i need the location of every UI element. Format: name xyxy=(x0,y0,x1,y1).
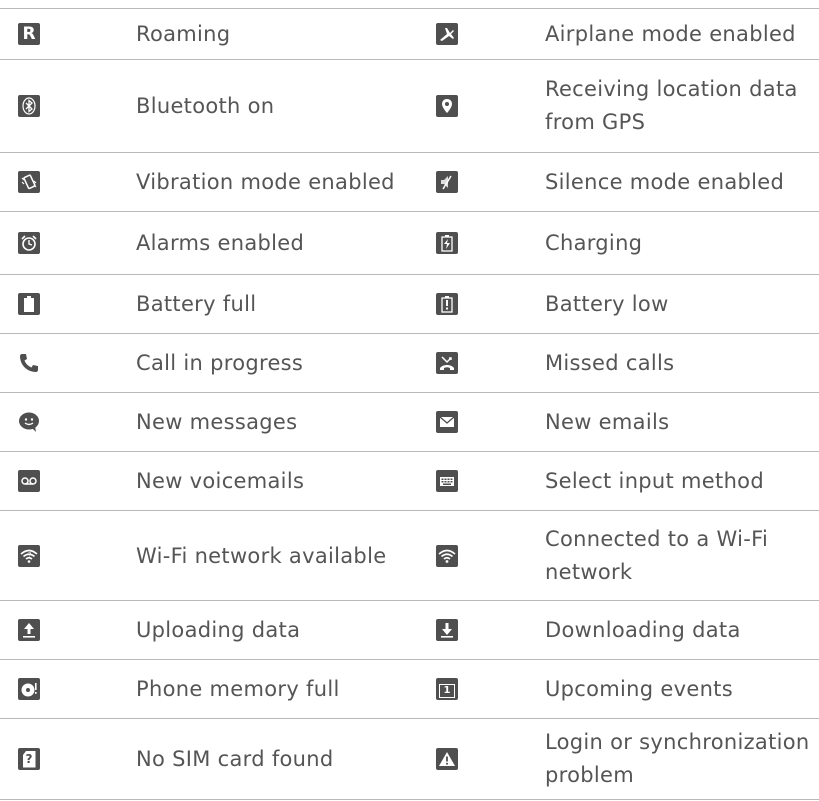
bluetooth-icon xyxy=(18,95,40,117)
table-cell-label: Phone memory full xyxy=(136,677,340,701)
silence-icon xyxy=(436,171,458,193)
airplane-icon xyxy=(436,23,458,45)
table-cell-label: Upcoming events xyxy=(545,677,733,701)
table-row: Call in progress Missed calls xyxy=(0,333,819,392)
table-cell-label: Downloading data xyxy=(545,618,741,642)
charging-icon xyxy=(436,232,458,254)
table-cell-label: Connected to a Wi-Fi network xyxy=(545,523,768,589)
battery-full-icon xyxy=(18,293,40,315)
table-row: Alarms enabled Charging xyxy=(0,211,819,274)
table-cell-label: Airplane mode enabled xyxy=(545,22,796,46)
table-cell-label: New voicemails xyxy=(136,469,305,493)
table-cell-label: Missed calls xyxy=(545,351,675,375)
battery-low-icon xyxy=(436,293,458,315)
table-cell-label: Alarms enabled xyxy=(136,231,305,255)
table-row: Bluetooth on Receiving location data fro… xyxy=(0,59,819,152)
table-cell-label: Wi-Fi network available xyxy=(136,544,387,568)
table-cell-label: New messages xyxy=(136,410,298,434)
wifi-connected-icon xyxy=(436,545,458,567)
table-row: Vibration mode enabled Silence mode enab… xyxy=(0,152,819,211)
table-cell-label: Vibration mode enabled xyxy=(136,170,395,194)
table-cell-label: Battery full xyxy=(136,292,257,316)
envelope-icon xyxy=(436,411,458,433)
table-cell-label: Battery low xyxy=(545,292,669,316)
table-cell-label: Charging xyxy=(545,231,643,255)
table-row: ? No SIM card found Login or synchroniza… xyxy=(0,718,819,800)
table-cell-label: New emails xyxy=(545,410,670,434)
keyboard-icon xyxy=(436,470,458,492)
table-cell-label: Silence mode enabled xyxy=(545,170,785,194)
label-line: Connected to a Wi-Fi xyxy=(545,527,769,551)
table-cell-label: Roaming xyxy=(136,22,231,46)
download-icon xyxy=(436,619,458,641)
wifi-available-icon: ? xyxy=(18,545,40,567)
table-cell-label: No SIM card found xyxy=(136,747,334,771)
missed-call-icon xyxy=(436,352,458,374)
table-row: New voicemails Select input method xyxy=(0,451,819,510)
memory-full-icon xyxy=(18,678,40,700)
table-row: Battery full Battery low xyxy=(0,274,819,333)
no-sim-icon: ? xyxy=(18,748,40,770)
voicemail-icon xyxy=(18,470,40,492)
location-pin-icon xyxy=(436,95,458,117)
table-row: Phone memory full 1 Upcoming events xyxy=(0,659,819,718)
table-cell-label: Login or synchronization problem xyxy=(545,726,810,792)
table-cell-label: Call in progress xyxy=(136,351,304,375)
phone-call-icon xyxy=(18,352,40,374)
table-row: Uploading data Downloading data xyxy=(0,600,819,659)
roaming-icon: R xyxy=(18,23,40,45)
table-row: ? Wi-Fi network available Connected to a… xyxy=(0,510,819,601)
table-cell-label: Select input method xyxy=(545,469,764,493)
table-row: New messages New emails xyxy=(0,392,819,451)
alarm-clock-icon xyxy=(18,232,40,254)
upload-icon xyxy=(18,619,40,641)
table-cell-label: Receiving location data from GPS xyxy=(545,73,798,139)
table-cell-label: Bluetooth on xyxy=(136,94,275,118)
calendar-icon: 1 xyxy=(436,678,458,700)
table-cell-label: Uploading data xyxy=(136,618,301,642)
label-line: problem xyxy=(545,763,634,787)
warning-icon xyxy=(436,748,458,770)
message-bubble-icon xyxy=(18,411,40,433)
svg-text:?: ? xyxy=(28,552,31,559)
label-line: from GPS xyxy=(545,110,646,134)
label-line: Login or synchronization xyxy=(545,730,810,754)
vibration-icon xyxy=(18,171,40,193)
label-line: Receiving location data xyxy=(545,77,798,101)
table-row: R Roaming Airplane mode enabled xyxy=(0,8,819,59)
label-line: network xyxy=(545,560,633,584)
